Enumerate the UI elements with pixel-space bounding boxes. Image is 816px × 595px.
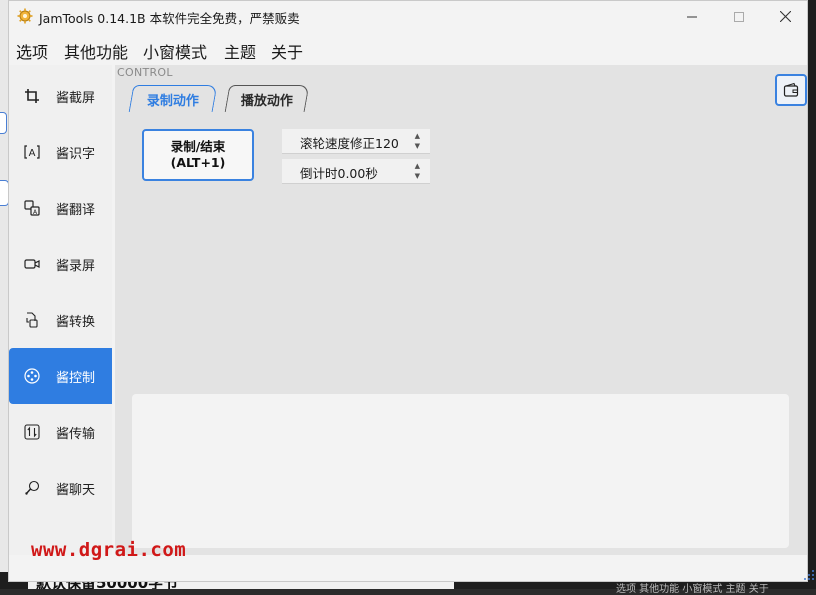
countdown-spinbox[interactable]: 倒计时0.00秒 ▲ ▼ xyxy=(282,159,430,184)
minimize-icon xyxy=(687,16,697,17)
mini-window-button[interactable] xyxy=(775,74,807,106)
spin-up-icon[interactable]: ▲ xyxy=(415,132,420,140)
spin-up-icon[interactable]: ▲ xyxy=(415,162,420,170)
sidebar: 酱截屏 A 酱识字 A 酱翻译 酱录屏 酱转换 酱控制 酱传输 酱聊天 xyxy=(9,65,112,555)
sidebar-item-transfer[interactable]: 酱传输 xyxy=(9,404,112,460)
sidebar-item-label: 酱聊天 xyxy=(56,482,96,498)
sidebar-item-label: 酱控制 xyxy=(56,370,96,386)
app-logo-icon xyxy=(17,8,33,24)
text-recognize-icon: A xyxy=(23,143,41,161)
watermark-text: www.dgrai.com xyxy=(31,539,187,561)
spin-down-icon[interactable]: ▼ xyxy=(415,172,420,180)
menu-about[interactable]: 关于 xyxy=(271,39,303,63)
sidebar-item-chat[interactable]: 酱聊天 xyxy=(9,460,112,516)
convert-icon xyxy=(23,311,41,329)
scroll-speed-value: 滚轮速度修正120 xyxy=(300,136,399,151)
app-window: JamTools 0.14.1B 本软件完全免费，严禁贩卖 选项 其他功能 小窗… xyxy=(8,0,814,582)
tab-label: 播放动作 xyxy=(240,93,293,109)
sidebar-item-convert[interactable]: 酱转换 xyxy=(9,292,112,348)
scroll-speed-spinbox[interactable]: 滚轮速度修正120 ▲ ▼ xyxy=(282,129,430,154)
sidebar-item-label: 酱翻译 xyxy=(56,202,96,218)
sidebar-item-label: 酱转换 xyxy=(56,314,96,330)
minimize-button[interactable] xyxy=(669,1,715,32)
background-menu-text: 选项 其他功能 小窗模式 主题 关于 xyxy=(616,584,769,595)
tab-record-actions[interactable]: 录制动作 xyxy=(128,85,218,112)
menu-theme[interactable]: 主题 xyxy=(224,39,256,63)
tab-play-actions[interactable]: 播放动作 xyxy=(224,85,310,112)
background-window-right xyxy=(808,0,816,589)
wallet-icon xyxy=(783,82,799,97)
section-caption: CONTROL xyxy=(117,66,173,79)
window-title: JamTools 0.14.1B 本软件完全免费，严禁贩卖 xyxy=(39,11,300,26)
menu-other-functions[interactable]: 其他功能 xyxy=(64,39,128,63)
sidebar-item-record-screen[interactable]: 酱录屏 xyxy=(9,236,112,292)
record-stop-button[interactable]: 录制/结束 (ALT+1) xyxy=(142,129,254,181)
sidebar-item-ocr[interactable]: A 酱识字 xyxy=(9,124,112,180)
background-element xyxy=(0,112,7,134)
sidebar-item-control[interactable]: 酱控制 xyxy=(9,348,112,404)
chat-icon xyxy=(23,479,41,497)
menu-mini-mode[interactable]: 小窗模式 xyxy=(143,39,207,63)
tab-label: 录制动作 xyxy=(146,93,199,109)
sidebar-item-label: 酱录屏 xyxy=(56,258,96,274)
control-panel: CONTROL 录制动作 播放动作 录制/结束 (ALT+1) 滚轮速度修正12… xyxy=(115,65,807,555)
sidebar-item-translate[interactable]: A 酱翻译 xyxy=(9,180,112,236)
countdown-value: 倒计时0.00秒 xyxy=(300,166,378,181)
crop-icon xyxy=(23,87,41,105)
menu-bar: 选项 其他功能 小窗模式 主题 关于 xyxy=(9,34,807,64)
maximize-icon xyxy=(734,11,744,22)
control-icon xyxy=(23,367,41,385)
title-bar[interactable]: JamTools 0.14.1B 本软件完全免费，严禁贩卖 xyxy=(9,1,807,32)
sidebar-item-label: 酱识字 xyxy=(56,146,96,162)
close-button[interactable] xyxy=(762,1,808,32)
close-icon xyxy=(779,11,791,22)
sidebar-item-label: 酱截屏 xyxy=(56,90,96,106)
transfer-icon xyxy=(23,423,41,441)
video-icon xyxy=(23,255,41,273)
resize-grip-icon[interactable] xyxy=(801,567,815,581)
maximize-button[interactable] xyxy=(716,1,762,32)
log-text-area[interactable] xyxy=(132,394,789,548)
svg-text:A: A xyxy=(29,148,36,159)
record-button-shortcut: (ALT+1) xyxy=(170,155,226,170)
record-button-label: 录制/结束 xyxy=(170,139,226,154)
menu-options[interactable]: 选项 xyxy=(16,39,48,63)
sidebar-item-label: 酱传输 xyxy=(56,426,96,442)
sidebar-item-screenshot[interactable]: 酱截屏 xyxy=(9,68,112,124)
spin-down-icon[interactable]: ▼ xyxy=(415,142,420,150)
translate-icon: A xyxy=(23,199,41,217)
